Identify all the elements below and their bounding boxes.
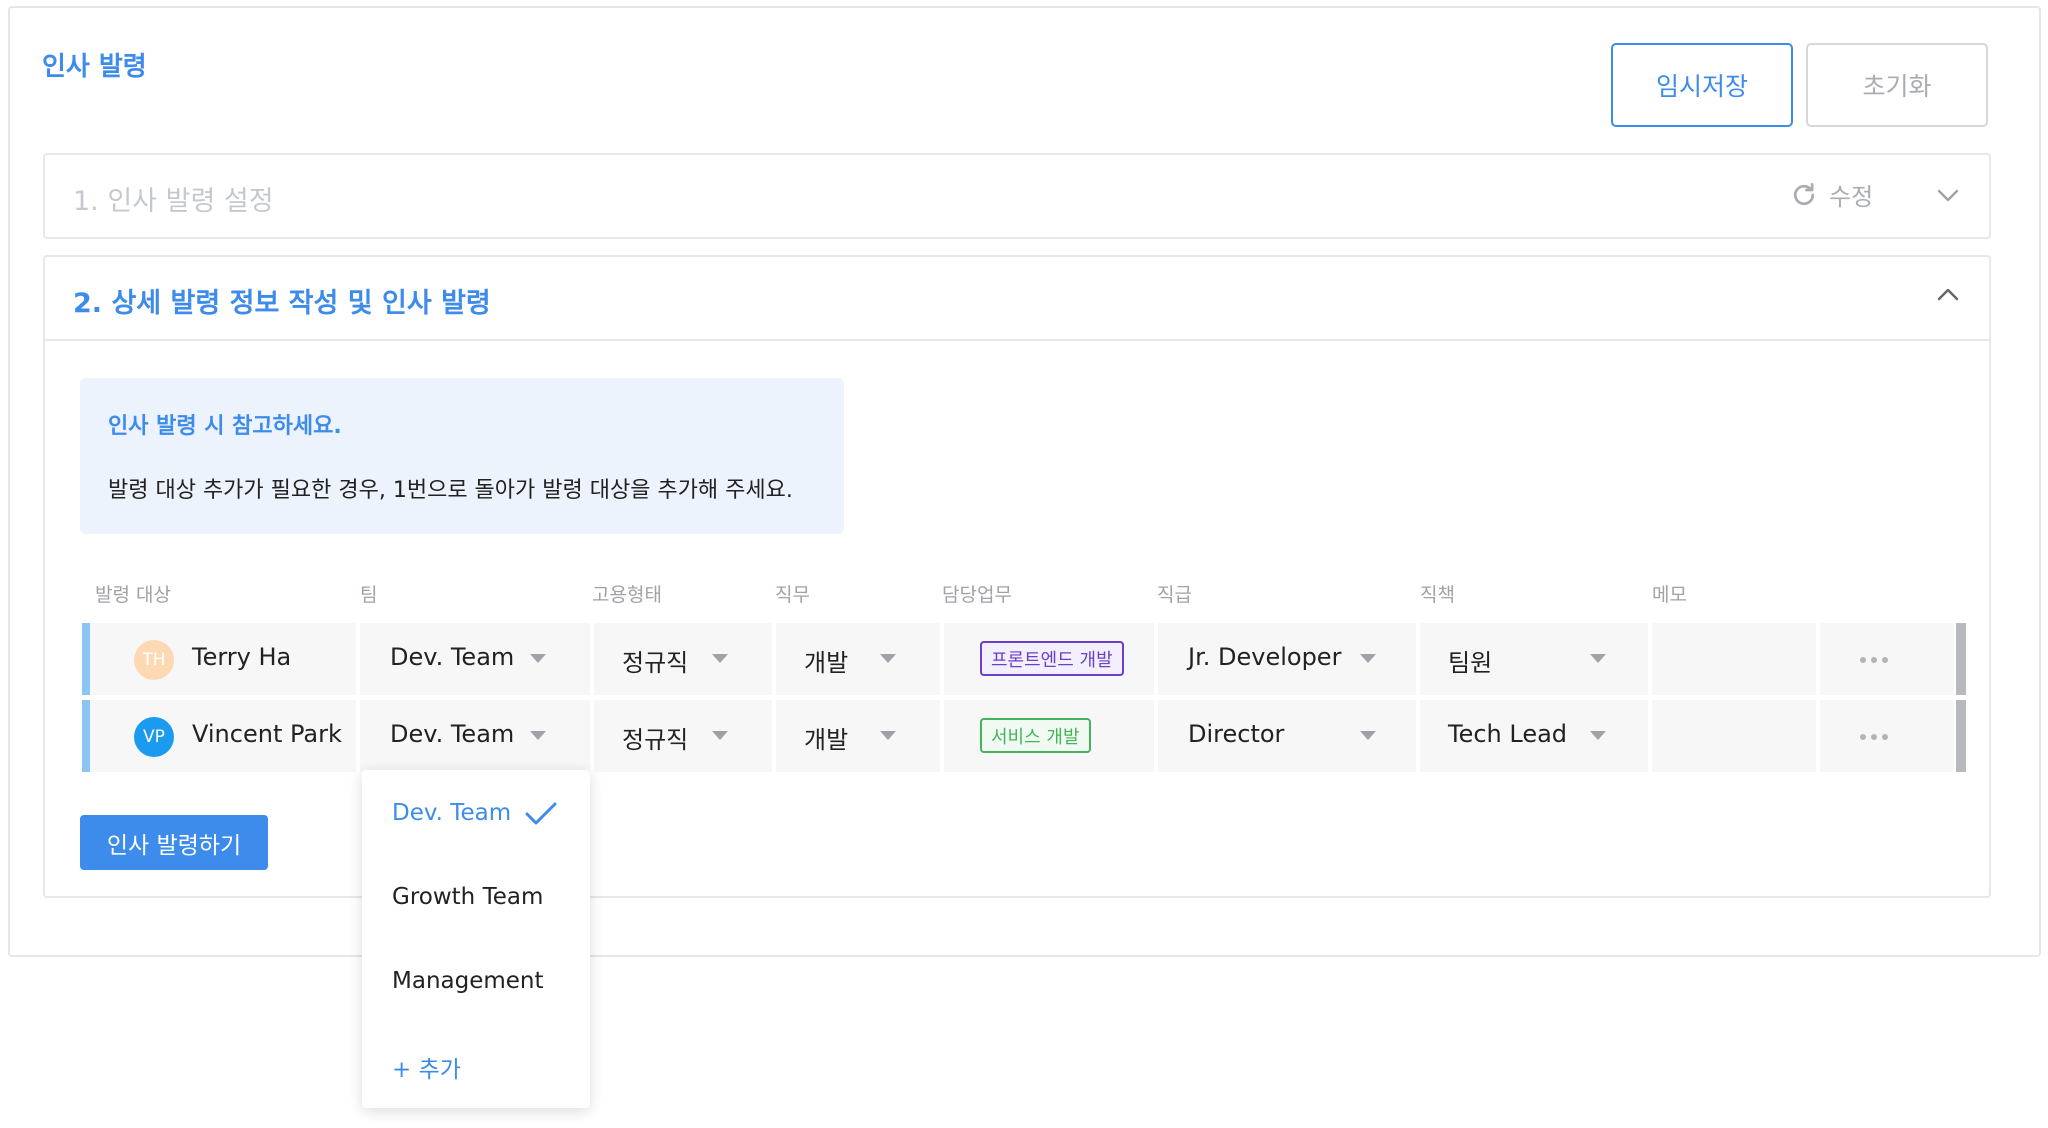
caret-down-icon xyxy=(1360,731,1376,740)
edit-label: 수정 xyxy=(1829,183,1874,211)
employment-value: 정규직 xyxy=(622,726,689,754)
caret-down-icon xyxy=(530,731,546,740)
duty-tag: 프론트엔드 개발 xyxy=(980,641,1124,676)
section-detail-header[interactable]: 2. 상세 발령 정보 작성 및 인사 발령 xyxy=(45,257,1989,341)
notice-body: 발령 대상 추가가 필요한 경우, 1번으로 돌아가 발령 대상을 추가해 주세… xyxy=(108,478,793,503)
table-row: TH Terry Ha Dev. Team 정규직 개발 프론트엔드 개발 Jr… xyxy=(82,623,1966,695)
refresh-icon xyxy=(1793,182,1815,205)
team-value: Dev. Team xyxy=(390,720,515,748)
table-row: VP Vincent Park Dev. Team 정규직 개발 서비스 개발 … xyxy=(82,700,1966,772)
team-select[interactable]: Dev. Team xyxy=(360,623,590,695)
dropdown-add-option[interactable]: + 추가 xyxy=(392,1050,461,1084)
row-accent xyxy=(82,700,90,772)
dropdown-option-management[interactable]: Management xyxy=(392,968,544,994)
save-draft-button[interactable]: 임시저장 xyxy=(1611,43,1793,127)
target-name: Vincent Park xyxy=(192,720,342,748)
grade-value: Jr. Developer xyxy=(1188,643,1342,671)
section-settings[interactable]: 1. 인사 발령 설정 수정 xyxy=(43,153,1991,239)
more-icon[interactable] xyxy=(1860,657,1888,663)
team-value: Dev. Team xyxy=(390,643,515,671)
team-select[interactable]: Dev. Team xyxy=(360,700,590,772)
section-detail: 2. 상세 발령 정보 작성 및 인사 발령 xyxy=(43,255,1991,898)
avatar: VP xyxy=(134,717,174,757)
duty-cell[interactable]: 서비스 개발 xyxy=(944,700,1154,772)
job-select[interactable]: 개발 xyxy=(776,623,940,695)
job-value: 개발 xyxy=(804,726,849,754)
duty-tag: 서비스 개발 xyxy=(980,718,1091,753)
column-header-grade: 직급 xyxy=(1157,584,1192,606)
caret-down-icon xyxy=(530,654,546,663)
position-select[interactable]: 팀원 xyxy=(1420,623,1648,695)
caret-down-icon xyxy=(880,654,896,663)
avatar: TH xyxy=(134,640,174,680)
reset-button[interactable]: 초기화 xyxy=(1806,43,1988,127)
employment-select[interactable]: 정규직 xyxy=(594,700,772,772)
duty-cell[interactable]: 프론트엔드 개발 xyxy=(944,623,1154,695)
check-icon xyxy=(525,802,557,825)
position-select[interactable]: Tech Lead xyxy=(1420,700,1648,772)
caret-down-icon xyxy=(1590,731,1606,740)
edit-button[interactable]: 수정 xyxy=(1789,177,1873,212)
notice-box: 인사 발령 시 참고하세요. 발령 대상 추가가 필요한 경우, 1번으로 돌아… xyxy=(80,378,844,534)
column-header-duty: 담당업무 xyxy=(942,584,1012,606)
grade-select[interactable]: Director xyxy=(1158,700,1416,772)
job-select[interactable]: 개발 xyxy=(776,700,940,772)
target-name: Terry Ha xyxy=(192,643,292,671)
team-dropdown-menu: Dev. Team Growth Team Management + 추가 xyxy=(362,770,590,1108)
caret-down-icon xyxy=(880,731,896,740)
dropdown-option-dev-team[interactable]: Dev. Team xyxy=(392,800,511,826)
column-header-job: 직무 xyxy=(775,584,810,606)
caret-down-icon xyxy=(1360,654,1376,663)
memo-cell[interactable] xyxy=(1652,700,1816,772)
grade-value: Director xyxy=(1188,720,1285,748)
position-value: 팀원 xyxy=(1448,649,1493,677)
job-value: 개발 xyxy=(804,649,849,677)
issue-appointment-button[interactable]: 인사 발령하기 xyxy=(80,815,268,870)
section-detail-title: 2. 상세 발령 정보 작성 및 인사 발령 xyxy=(73,288,491,319)
column-header-target: 발령 대상 xyxy=(95,584,171,606)
notice-title: 인사 발령 시 참고하세요. xyxy=(108,414,342,439)
cell-target: VP Vincent Park xyxy=(90,700,356,772)
chevron-up-icon[interactable] xyxy=(1935,285,1961,305)
column-header-memo: 메모 xyxy=(1652,584,1687,606)
row-actions[interactable] xyxy=(1820,700,1954,772)
row-scroll-handle xyxy=(1956,623,1966,695)
position-value: Tech Lead xyxy=(1448,720,1568,748)
employment-value: 정규직 xyxy=(622,649,689,677)
memo-cell[interactable] xyxy=(1652,623,1816,695)
row-accent xyxy=(82,623,90,695)
page-title: 인사 발령 xyxy=(42,52,147,82)
row-actions[interactable] xyxy=(1820,623,1954,695)
employment-select[interactable]: 정규직 xyxy=(594,623,772,695)
column-header-employment: 고용형태 xyxy=(592,584,662,606)
chevron-down-icon[interactable] xyxy=(1935,185,1961,205)
more-icon[interactable] xyxy=(1860,734,1888,740)
column-header-team: 팀 xyxy=(360,584,378,606)
grade-select[interactable]: Jr. Developer xyxy=(1158,623,1416,695)
section-settings-title: 1. 인사 발령 설정 xyxy=(73,186,274,217)
cell-target: TH Terry Ha xyxy=(90,623,356,695)
caret-down-icon xyxy=(712,654,728,663)
dropdown-option-growth-team[interactable]: Growth Team xyxy=(392,884,543,910)
column-header-position: 직책 xyxy=(1420,584,1455,606)
row-scroll-handle xyxy=(1956,700,1966,772)
caret-down-icon xyxy=(1590,654,1606,663)
caret-down-icon xyxy=(712,731,728,740)
